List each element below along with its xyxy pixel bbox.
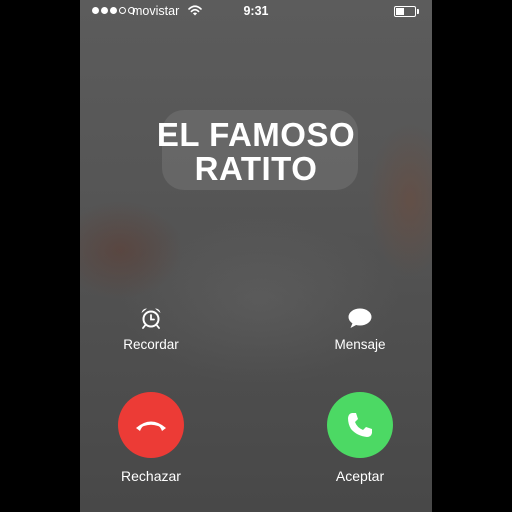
incoming-call-screen: movistar 9:31 EL FAMOSO RATITO Recordar: [80, 0, 432, 512]
status-bar: movistar 9:31: [80, 0, 432, 24]
status-time: 9:31: [243, 4, 269, 18]
caller-name-line-1: EL FAMOSO: [156, 116, 356, 153]
message-label: Mensaje: [334, 337, 386, 352]
battery-icon: [394, 6, 416, 17]
battery-level: [396, 8, 405, 15]
accept-call-button[interactable]: [327, 392, 393, 458]
accept-label: Aceptar: [335, 468, 385, 484]
caller-name-line-2: RATITO: [194, 150, 318, 187]
phone-icon: [348, 413, 372, 437]
alarm-clock-icon: [141, 308, 161, 329]
message-button[interactable]: Mensaje: [320, 307, 400, 352]
remind-me-label: Recordar: [123, 337, 179, 352]
phone-hangup-icon: [136, 421, 166, 431]
battery-tip: [417, 9, 419, 14]
caller-name: EL FAMOSO RATITO: [80, 118, 432, 186]
speech-bubble-icon: [348, 308, 372, 328]
decline-label: Rechazar: [121, 468, 181, 484]
decline-call-button[interactable]: [118, 392, 184, 458]
remind-me-button[interactable]: Recordar: [111, 307, 191, 352]
